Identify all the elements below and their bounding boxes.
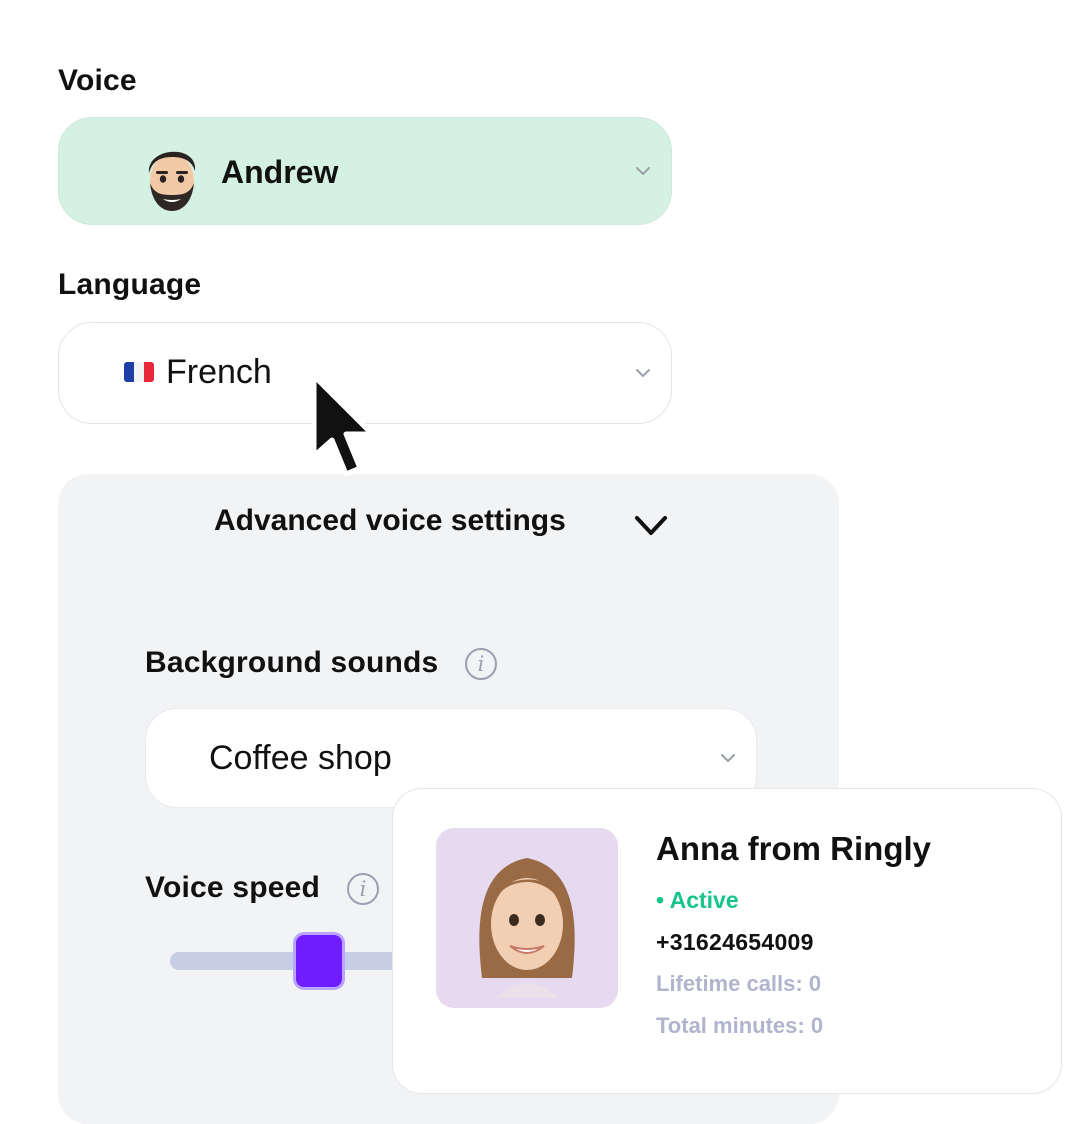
background-sounds-value: Coffee shop bbox=[209, 739, 392, 777]
mouse-pointer-icon bbox=[308, 372, 388, 484]
info-icon[interactable]: i bbox=[465, 648, 497, 680]
voice-speed-slider-track[interactable] bbox=[170, 952, 410, 970]
advanced-settings-toggle[interactable]: Advanced voice settings bbox=[214, 504, 566, 538]
lifetime-calls: Lifetime calls: 0 bbox=[656, 971, 822, 996]
chevron-down-icon bbox=[635, 368, 651, 378]
agent-name: Anna from Ringly bbox=[656, 830, 932, 867]
agent-phone-number: +31624654009 bbox=[656, 929, 814, 955]
chevron-down-icon bbox=[720, 753, 736, 763]
female-avatar-icon bbox=[436, 828, 618, 1008]
info-icon[interactable]: i bbox=[347, 873, 379, 905]
france-flag-icon bbox=[124, 362, 154, 382]
chevron-down-icon bbox=[635, 166, 651, 176]
total-minutes: Total minutes: 0 bbox=[656, 1013, 824, 1038]
voice-speed-label: Voice speed bbox=[145, 871, 321, 904]
male-avatar-icon bbox=[140, 137, 204, 213]
voice-selected-value: Andrew bbox=[221, 154, 339, 190]
language-label: Language bbox=[58, 268, 202, 301]
status-badge: • Active bbox=[656, 887, 739, 913]
voice-speed-slider-thumb[interactable] bbox=[296, 935, 342, 987]
language-selected-value: French bbox=[166, 353, 272, 391]
voice-label: Voice bbox=[58, 64, 137, 97]
background-sounds-label: Background sounds bbox=[145, 646, 439, 679]
chevron-down-icon[interactable] bbox=[633, 514, 669, 538]
